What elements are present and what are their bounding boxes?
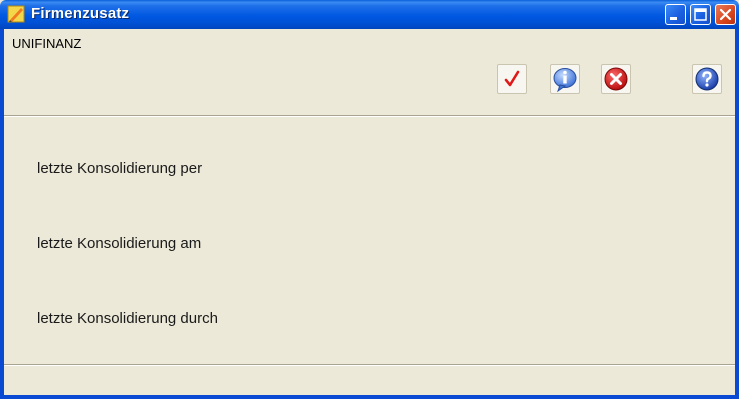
minimize-button[interactable]	[665, 4, 686, 25]
cancel-button[interactable]	[601, 64, 631, 94]
maximize-button[interactable]	[690, 4, 711, 25]
field-label-durch: letzte Konsolidierung durch	[37, 310, 218, 327]
window-frame-right	[735, 29, 739, 399]
checkmark-icon	[504, 70, 520, 87]
confirm-button[interactable]	[497, 64, 527, 94]
toolbar-separator	[4, 115, 735, 117]
title-bar[interactable]: Firmenzusatz	[0, 0, 739, 29]
maximize-icon	[694, 8, 707, 21]
app-window: Firmenzusatz UNIFINANZ letzte Konsolidie…	[0, 0, 739, 399]
cancel-icon	[604, 67, 628, 91]
window-title: Firmenzusatz	[31, 5, 130, 22]
close-icon	[719, 8, 732, 21]
minimize-icon	[670, 17, 677, 20]
field-label-per: letzte Konsolidierung per	[37, 160, 203, 177]
info-icon	[553, 68, 577, 93]
status-bar	[4, 366, 735, 395]
window-frame-bottom	[0, 395, 739, 399]
company-name: UNIFINANZ	[12, 36, 82, 51]
field-label-am: letzte Konsolidierung am	[37, 235, 202, 252]
close-window-button[interactable]	[715, 4, 736, 25]
help-button[interactable]	[692, 64, 722, 94]
info-button[interactable]	[550, 64, 580, 94]
help-icon	[695, 67, 719, 91]
app-pencil-icon	[7, 5, 25, 23]
